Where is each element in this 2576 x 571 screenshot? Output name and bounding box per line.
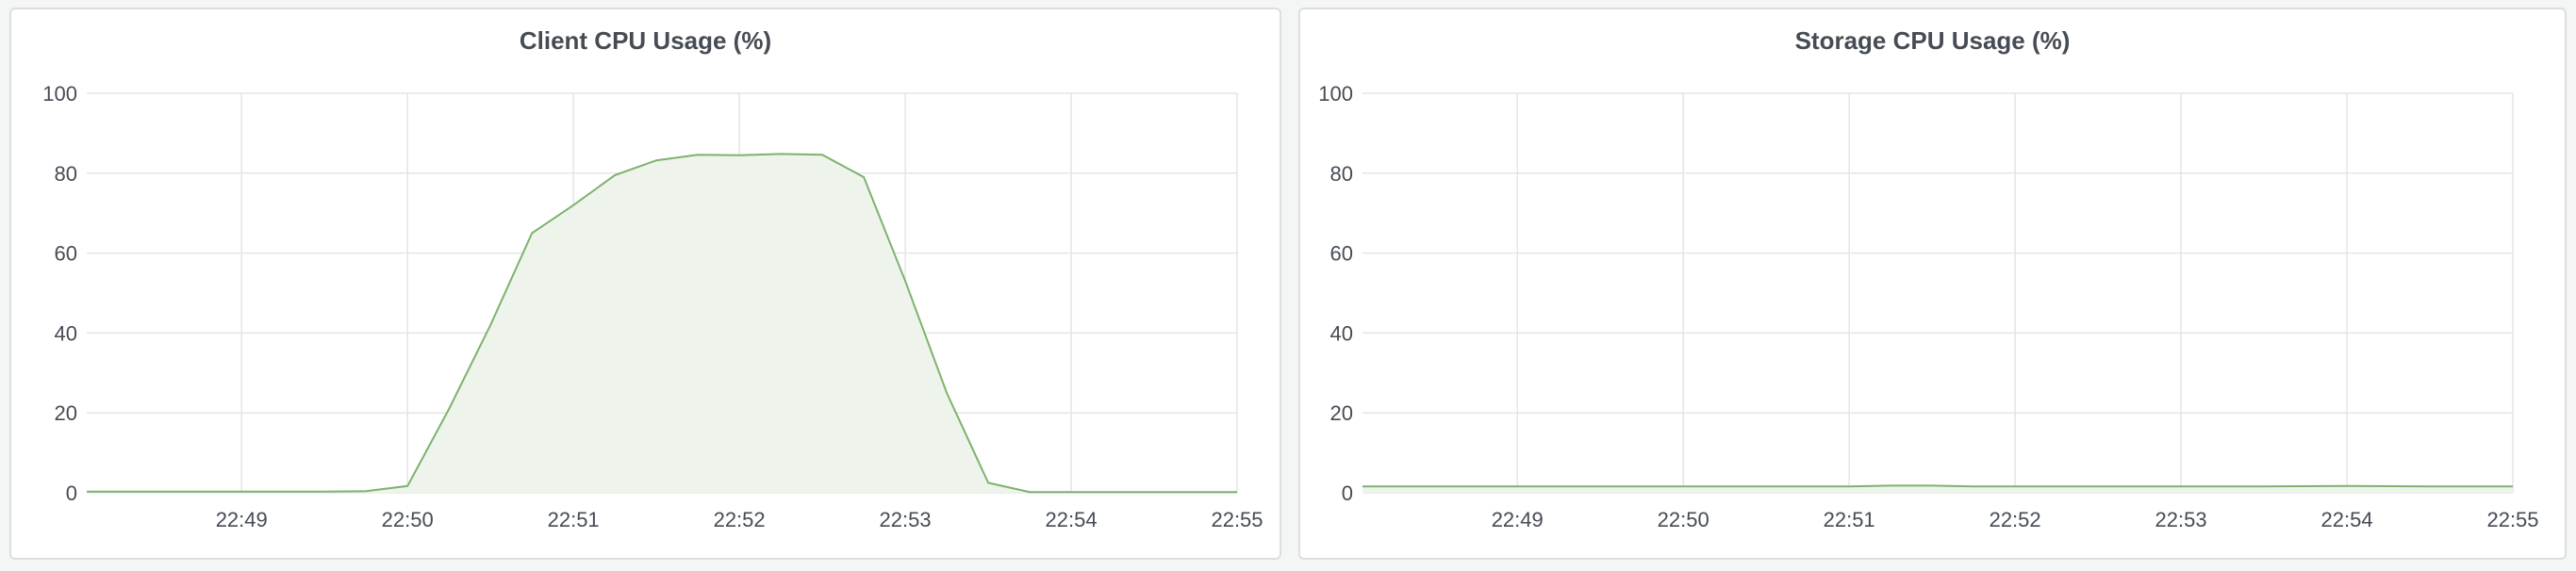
y-tick-label: 60 <box>1330 242 1353 266</box>
x-tick-label: 22:49 <box>1492 508 1544 531</box>
x-tick-label: 22:50 <box>1658 508 1709 531</box>
y-tick-label: 80 <box>55 162 77 186</box>
series-line <box>1362 484 2513 488</box>
storage-cpu-chart[interactable]: 0 20 40 60 80 100 22:49 22:50 22:51 22:52 22:53 22:… <box>1300 9 2565 558</box>
x-tick-label: 22:55 <box>1211 508 1263 531</box>
x-tick-label: 22:53 <box>2155 508 2207 531</box>
y-tick-label: 40 <box>1330 321 1353 345</box>
x-tick-label: 22:52 <box>714 508 766 531</box>
y-tick-label: 0 <box>66 481 77 505</box>
storage-cpu-panel[interactable]: Storage CPU Usage (%) 0 20 40 60 80 100 22:49 2… <box>1298 8 2567 560</box>
y-tick-label: 80 <box>1330 162 1353 186</box>
y-tick-label: 20 <box>1330 401 1353 425</box>
x-tick-label: 22:55 <box>2486 508 2538 531</box>
x-tick-label: 22:54 <box>1046 508 1098 531</box>
x-tick-label: 22:49 <box>216 508 268 531</box>
y-tick-label: 0 <box>1342 481 1353 505</box>
y-tick-label: 20 <box>55 401 77 425</box>
x-tick-label: 22:52 <box>1990 508 2041 531</box>
y-tick-label: 40 <box>55 321 77 345</box>
y-tick-label: 60 <box>55 242 77 266</box>
x-tick-label: 22:51 <box>548 508 600 531</box>
x-tick-label: 22:50 <box>382 508 434 531</box>
series-area <box>87 154 1237 493</box>
x-tick-label: 22:54 <box>2321 508 2373 531</box>
y-tick-label: 100 <box>42 82 77 106</box>
client-cpu-panel[interactable]: Client CPU Usage (%) 0 20 40 60 80 100 22:49 22… <box>9 8 1281 560</box>
x-tick-label: 22:51 <box>1824 508 1875 531</box>
y-tick-label: 100 <box>1318 82 1353 106</box>
x-tick-label: 22:53 <box>880 508 932 531</box>
dashboard: Client CPU Usage (%) 0 20 40 60 80 100 22:49 22… <box>0 0 2576 571</box>
client-cpu-chart[interactable]: 0 20 40 60 80 100 22:49 22:50 22:51 22:52 22:53 22:… <box>11 9 1280 558</box>
